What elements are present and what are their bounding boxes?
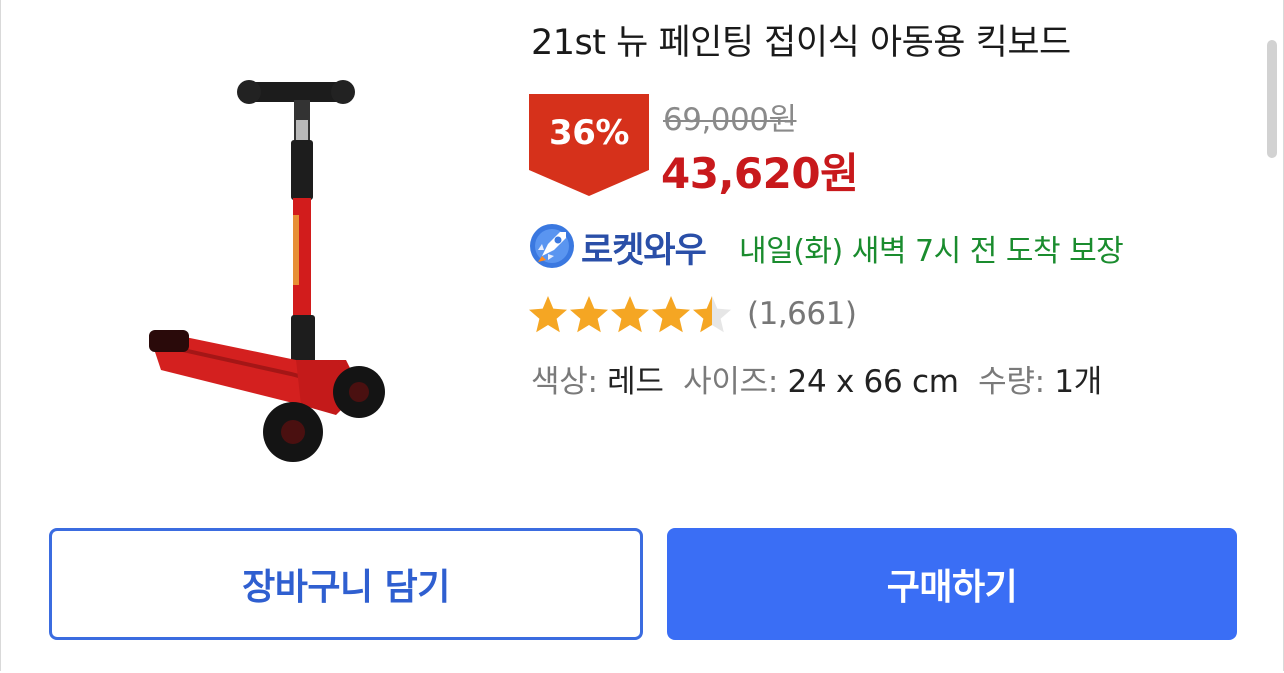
star-icon [611, 296, 649, 333]
scooter-image [149, 80, 385, 462]
star-icon [529, 296, 567, 333]
rocket-wow-label: 로켓와우 [581, 231, 707, 271]
color-label: 색상: [531, 364, 598, 400]
scrollbar[interactable] [1267, 40, 1277, 158]
quantity-label: 수량: [978, 364, 1045, 400]
buy-now-button[interactable]: 구매하기 [667, 528, 1237, 640]
product-title[interactable]: 21st 뉴 페인팅 접이식 아동용 킥보드 [531, 14, 1071, 65]
half-star-icon [693, 296, 731, 333]
selected-options: 색상: 레드 사이즈: 24 x 66 cm 수량: 1개 [531, 356, 1112, 401]
delivery-promise: 내일(화) 새벽 7시 전 도착 보장 [739, 234, 1124, 269]
star-rating [529, 296, 731, 333]
original-price: 69,000원 [663, 102, 797, 138]
size-label: 사이즈: [683, 364, 778, 400]
product-image[interactable] [121, 60, 421, 480]
star-icon [652, 296, 690, 333]
rocket-icon [530, 224, 574, 268]
product-card: 21st 뉴 페인팅 접이식 아동용 킥보드 36% 69,000원 43,62… [0, 0, 1284, 671]
sale-price: 43,620원 [661, 149, 859, 198]
add-to-cart-button[interactable]: 장바구니 담기 [49, 528, 643, 640]
quantity-value: 1개 [1054, 364, 1102, 400]
discount-percent: 36% [549, 113, 629, 153]
color-value: 레드 [607, 364, 664, 400]
review-count[interactable]: (1,661) [747, 296, 857, 332]
discount-badge: 36% [529, 94, 649, 196]
star-icon [570, 296, 608, 333]
size-value: 24 x 66 cm [787, 364, 959, 400]
